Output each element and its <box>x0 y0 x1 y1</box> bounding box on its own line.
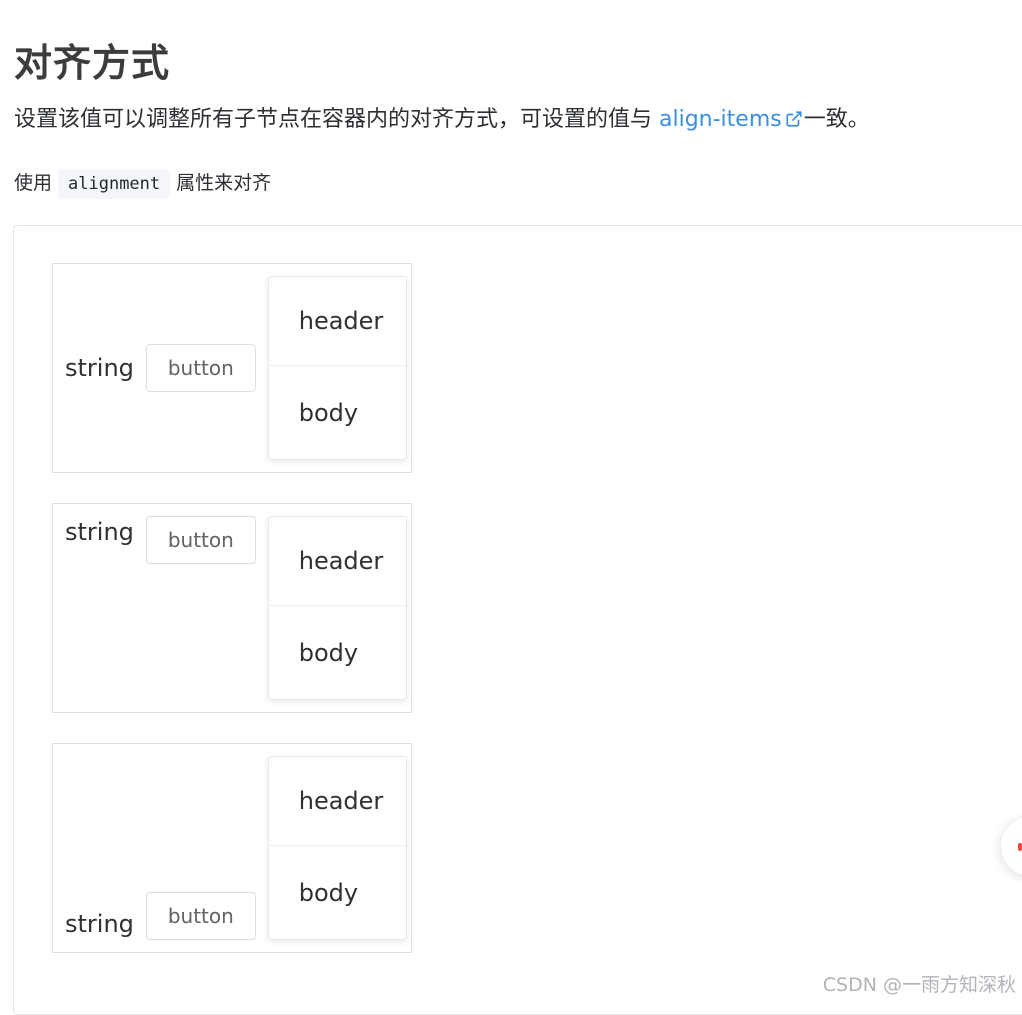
align-center-row: string button header body <box>52 263 412 473</box>
card-body: body <box>298 638 359 667</box>
row-card: header body <box>267 276 407 460</box>
alignment-code: alignment <box>58 169 171 199</box>
align-end-row: string button header body <box>52 743 412 953</box>
page-title: 对齐方式 <box>14 41 171 86</box>
usage-suffix: 属性来对齐 <box>176 172 272 194</box>
demo-container: string button header body string button … <box>13 225 1022 1015</box>
row-card: header body <box>267 756 407 940</box>
card-body: body <box>298 878 359 907</box>
row-button[interactable]: button <box>145 892 256 940</box>
usage-prefix: 使用 <box>14 172 53 194</box>
card-body: body <box>298 398 359 427</box>
description-tail: 一致。 <box>803 107 870 132</box>
external-link-icon <box>786 111 802 127</box>
align-start-row: string button header body <box>52 503 412 713</box>
floating-indicator-icon <box>1018 843 1022 851</box>
row-string: string <box>65 354 134 382</box>
card-header: header <box>268 517 406 606</box>
row-string: string <box>65 518 134 546</box>
align-items-link-label: align-items <box>659 107 782 132</box>
description: 设置该值可以调整所有子节点在容器内的对齐方式，可设置的值与 align-item… <box>14 102 870 138</box>
card-header: header <box>268 757 406 846</box>
align-items-link[interactable]: align-items <box>659 107 804 132</box>
row-card: header body <box>267 516 407 700</box>
watermark: CSDN @一雨方知深秋 <box>822 974 1016 996</box>
card-header: header <box>268 277 406 366</box>
row-button[interactable]: button <box>145 344 256 392</box>
description-text: 设置该值可以调整所有子节点在容器内的对齐方式，可设置的值与 <box>14 107 659 132</box>
row-string: string <box>65 910 134 938</box>
row-button[interactable]: button <box>145 516 256 564</box>
usage-line: 使用 alignment 属性来对齐 <box>14 166 271 200</box>
